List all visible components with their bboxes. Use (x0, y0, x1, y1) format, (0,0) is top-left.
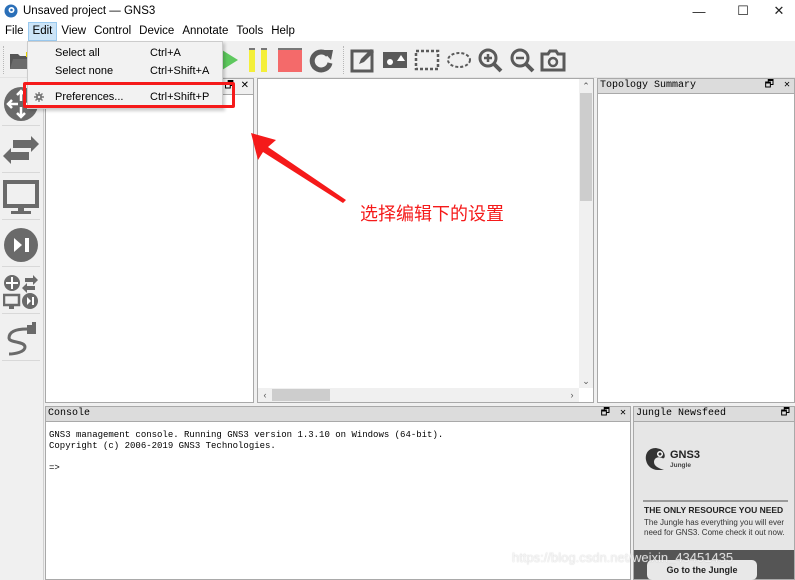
close-icon: ✕ (773, 3, 785, 18)
security-device-icon (4, 227, 38, 262)
maximize-button[interactable]: ☐ (726, 0, 760, 22)
minimize-icon: — (692, 3, 706, 19)
insert-picture-icon[interactable] (382, 47, 408, 73)
menu-item-shortcut: Ctrl+A (150, 47, 181, 59)
title-bar: Unsaved project — GNS3 — ☐ ✕ (0, 0, 795, 22)
draw-rectangle-icon[interactable] (414, 47, 440, 73)
menu-help[interactable]: Help (267, 22, 299, 41)
console-title: Console (48, 408, 91, 419)
browse-switches-button[interactable] (2, 129, 40, 173)
annotation-highlight-box (23, 82, 235, 108)
menu-control[interactable]: Control (90, 22, 135, 41)
nodes-list[interactable] (46, 94, 253, 402)
device-toolbar (0, 80, 44, 580)
window-title: Unsaved project — GNS3 (23, 5, 156, 17)
vertical-scroll-thumb[interactable] (580, 93, 592, 201)
newsfeed-headline: THE ONLY RESOURCE YOU NEED (644, 505, 784, 515)
menu-item-label: Select none (55, 65, 114, 77)
logo-subtitle: Jungle (670, 462, 691, 469)
topology-canvas[interactable]: ⌃ ⌄ ‹ › (257, 78, 594, 403)
cable-icon (7, 321, 36, 355)
topology-summary-title: Topology Summary (600, 80, 697, 91)
topology-summary-header: Topology Summary 🗗 ✕ (598, 79, 794, 94)
maximize-icon: ☐ (737, 3, 749, 18)
nodes-dock: 🗗 ✕ (45, 78, 254, 403)
dock-float-control[interactable]: 🗗 (781, 407, 792, 421)
dock-float-close-controls[interactable]: 🗗 ✕ (765, 79, 792, 93)
stop-icon[interactable] (277, 47, 303, 73)
newsfeed-description: The Jungle has everything you will ever … (644, 518, 785, 537)
toolbar-separator (343, 46, 344, 74)
zoom-in-icon[interactable] (477, 47, 503, 73)
scroll-right-icon[interactable]: › (565, 388, 579, 402)
console-line: Copyright (c) 2006-2019 GNS3 Technologie… (49, 441, 276, 451)
gns3-app-icon (4, 4, 18, 18)
menu-annotate[interactable]: Annotate (178, 22, 232, 41)
menu-view[interactable]: View (57, 22, 90, 41)
scroll-left-icon[interactable]: ‹ (258, 388, 272, 402)
menu-item-select-all[interactable]: Select all Ctrl+A (28, 44, 222, 62)
scroll-up-icon[interactable]: ⌃ (579, 79, 593, 93)
menu-file[interactable]: File (1, 22, 28, 41)
menu-item-shortcut: Ctrl+Shift+A (150, 65, 210, 77)
add-link-button[interactable] (2, 317, 40, 361)
annotation-text: 选择编辑下的设置 (360, 204, 504, 225)
console-line: GNS3 management console. Running GNS3 ve… (49, 430, 444, 440)
menu-bar: File Edit View Control Device Annotate T… (0, 22, 795, 41)
topology-summary-dock: Topology Summary 🗗 ✕ (597, 78, 795, 403)
horizontal-scrollbar[interactable]: ‹ › (258, 388, 579, 402)
console-prompt: => (49, 463, 60, 473)
chameleon-icon (645, 448, 665, 470)
scroll-down-icon[interactable]: ⌄ (579, 374, 593, 388)
dock-float-close-controls[interactable]: 🗗 ✕ (601, 407, 628, 421)
newsfeed-header: Jungle Newsfeed 🗗 (634, 407, 794, 422)
watermark: https://blog.csdn.net/weixin_43451435 (512, 550, 734, 565)
minimize-button[interactable]: — (682, 0, 716, 22)
browse-end-devices-button[interactable] (2, 176, 40, 220)
toolbar-grip (3, 46, 4, 74)
close-button[interactable]: ✕ (762, 0, 795, 22)
reload-icon[interactable] (308, 47, 334, 73)
browse-security-devices-button[interactable] (2, 223, 40, 267)
divider (643, 500, 788, 502)
logo-title: GNS3 (670, 449, 700, 461)
all-devices-icon (3, 274, 38, 309)
switch-icon (3, 135, 39, 164)
zoom-out-icon[interactable] (509, 47, 535, 73)
menu-edit[interactable]: Edit (27, 22, 58, 41)
vertical-scrollbar[interactable]: ⌃ ⌄ (579, 79, 593, 388)
screenshot-icon[interactable] (540, 47, 566, 73)
horizontal-scroll-thumb[interactable] (272, 389, 330, 401)
menu-item-label: Select all (55, 47, 100, 59)
console-header: Console 🗗 ✕ (46, 407, 630, 422)
draw-ellipse-icon[interactable] (446, 47, 472, 73)
menu-tools[interactable]: Tools (232, 22, 267, 41)
gns3-jungle-logo: GNS3 Jungle (644, 446, 754, 482)
monitor-icon (3, 179, 39, 214)
browse-all-devices-button[interactable] (2, 270, 40, 314)
add-note-icon[interactable] (350, 47, 376, 73)
menu-device[interactable]: Device (135, 22, 178, 41)
newsfeed-title: Jungle Newsfeed (636, 408, 727, 419)
menu-item-select-none[interactable]: Select none Ctrl+Shift+A (28, 62, 222, 80)
suspend-icon[interactable] (246, 47, 272, 73)
